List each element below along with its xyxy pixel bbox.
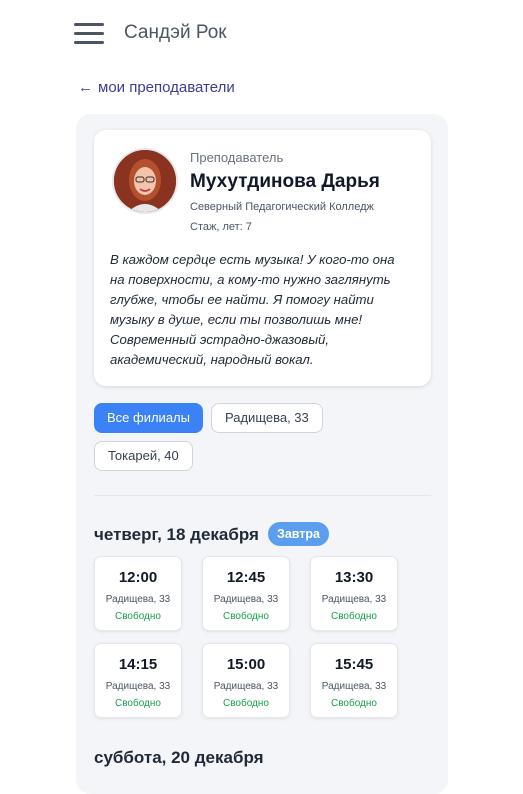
teacher-bio: В каждом сердце есть музыка! У кого-то о… xyxy=(110,250,415,370)
slot-status: Свободно xyxy=(331,698,377,709)
teacher-experience: Стаж, лет: 7 xyxy=(190,221,252,233)
slot-time: 13:30 xyxy=(334,569,374,586)
time-slot[interactable]: 15:00 Радищева, 33 Свободно xyxy=(202,643,290,718)
slot-time: 14:15 xyxy=(118,656,158,673)
back-link-label: мои преподаватели xyxy=(98,79,235,96)
slot-time: 12:00 xyxy=(118,569,158,586)
slot-time: 12:45 xyxy=(226,569,266,586)
time-slot[interactable]: 12:00 Радищева, 33 Свободно xyxy=(94,556,182,631)
teacher-card: Преподаватель Мухутдинова Дарья Северный… xyxy=(94,130,431,386)
day-title: четверг, 18 декабря xyxy=(94,525,259,544)
slot-status: Свободно xyxy=(115,611,161,622)
slot-time: 15:45 xyxy=(334,656,374,673)
filter-all-branches[interactable]: Все филиалы xyxy=(94,403,203,433)
back-link[interactable]: ← мои преподаватели xyxy=(78,79,235,96)
slot-status: Свободно xyxy=(331,611,377,622)
filter-tokarey-40[interactable]: Токарей, 40 xyxy=(94,441,193,471)
slot-status: Свободно xyxy=(223,698,269,709)
time-slot[interactable]: 15:45 Радищева, 33 Свободно xyxy=(310,643,398,718)
teacher-role: Преподаватель xyxy=(190,150,284,165)
slot-status: Свободно xyxy=(115,698,161,709)
slot-address: Радищева, 33 xyxy=(213,681,279,692)
tomorrow-badge: Завтра xyxy=(268,522,330,546)
slot-status: Свободно xyxy=(223,611,269,622)
arrow-left-icon: ← xyxy=(78,79,93,96)
bio-line: музыку в душе, если ты позволишь мне! xyxy=(110,312,363,327)
menu-icon[interactable] xyxy=(74,22,104,44)
time-slot[interactable]: 14:15 Радищева, 33 Свободно xyxy=(94,643,182,718)
slot-address: Радищева, 33 xyxy=(105,681,171,692)
time-slot[interactable]: 13:30 Радищева, 33 Свободно xyxy=(310,556,398,631)
bio-line: В каждом сердце есть музыка! У кого-то о… xyxy=(110,252,395,267)
time-slot[interactable]: 12:45 Радищева, 33 Свободно xyxy=(202,556,290,631)
bio-line: глубже, чтобы ее найти. Я помогу найти xyxy=(110,292,374,307)
day-title: суббота, 20 декабря xyxy=(94,748,264,767)
slot-address: Радищева, 33 xyxy=(105,594,171,605)
divider xyxy=(94,495,431,496)
slot-address: Радищева, 33 xyxy=(213,594,279,605)
bio-line: академический, народный вокал. xyxy=(110,352,314,367)
avatar xyxy=(112,148,178,214)
teacher-name: Мухутдинова Дарья xyxy=(190,171,380,192)
slot-address: Радищева, 33 xyxy=(321,681,387,692)
slot-address: Радищева, 33 xyxy=(321,594,387,605)
slot-time: 15:00 xyxy=(226,656,266,673)
filter-radishcheva-33[interactable]: Радищева, 33 xyxy=(211,403,323,433)
top-bar: Сандэй Рок xyxy=(0,0,523,70)
teacher-college: Северный Педагогический Колледж xyxy=(190,201,374,213)
app-title: Сандэй Рок xyxy=(124,22,227,43)
bio-line: Современный эстрадно-джазовый, xyxy=(110,332,330,347)
bio-line: на поверхности, а кому-то нужно заглянут… xyxy=(110,272,391,287)
